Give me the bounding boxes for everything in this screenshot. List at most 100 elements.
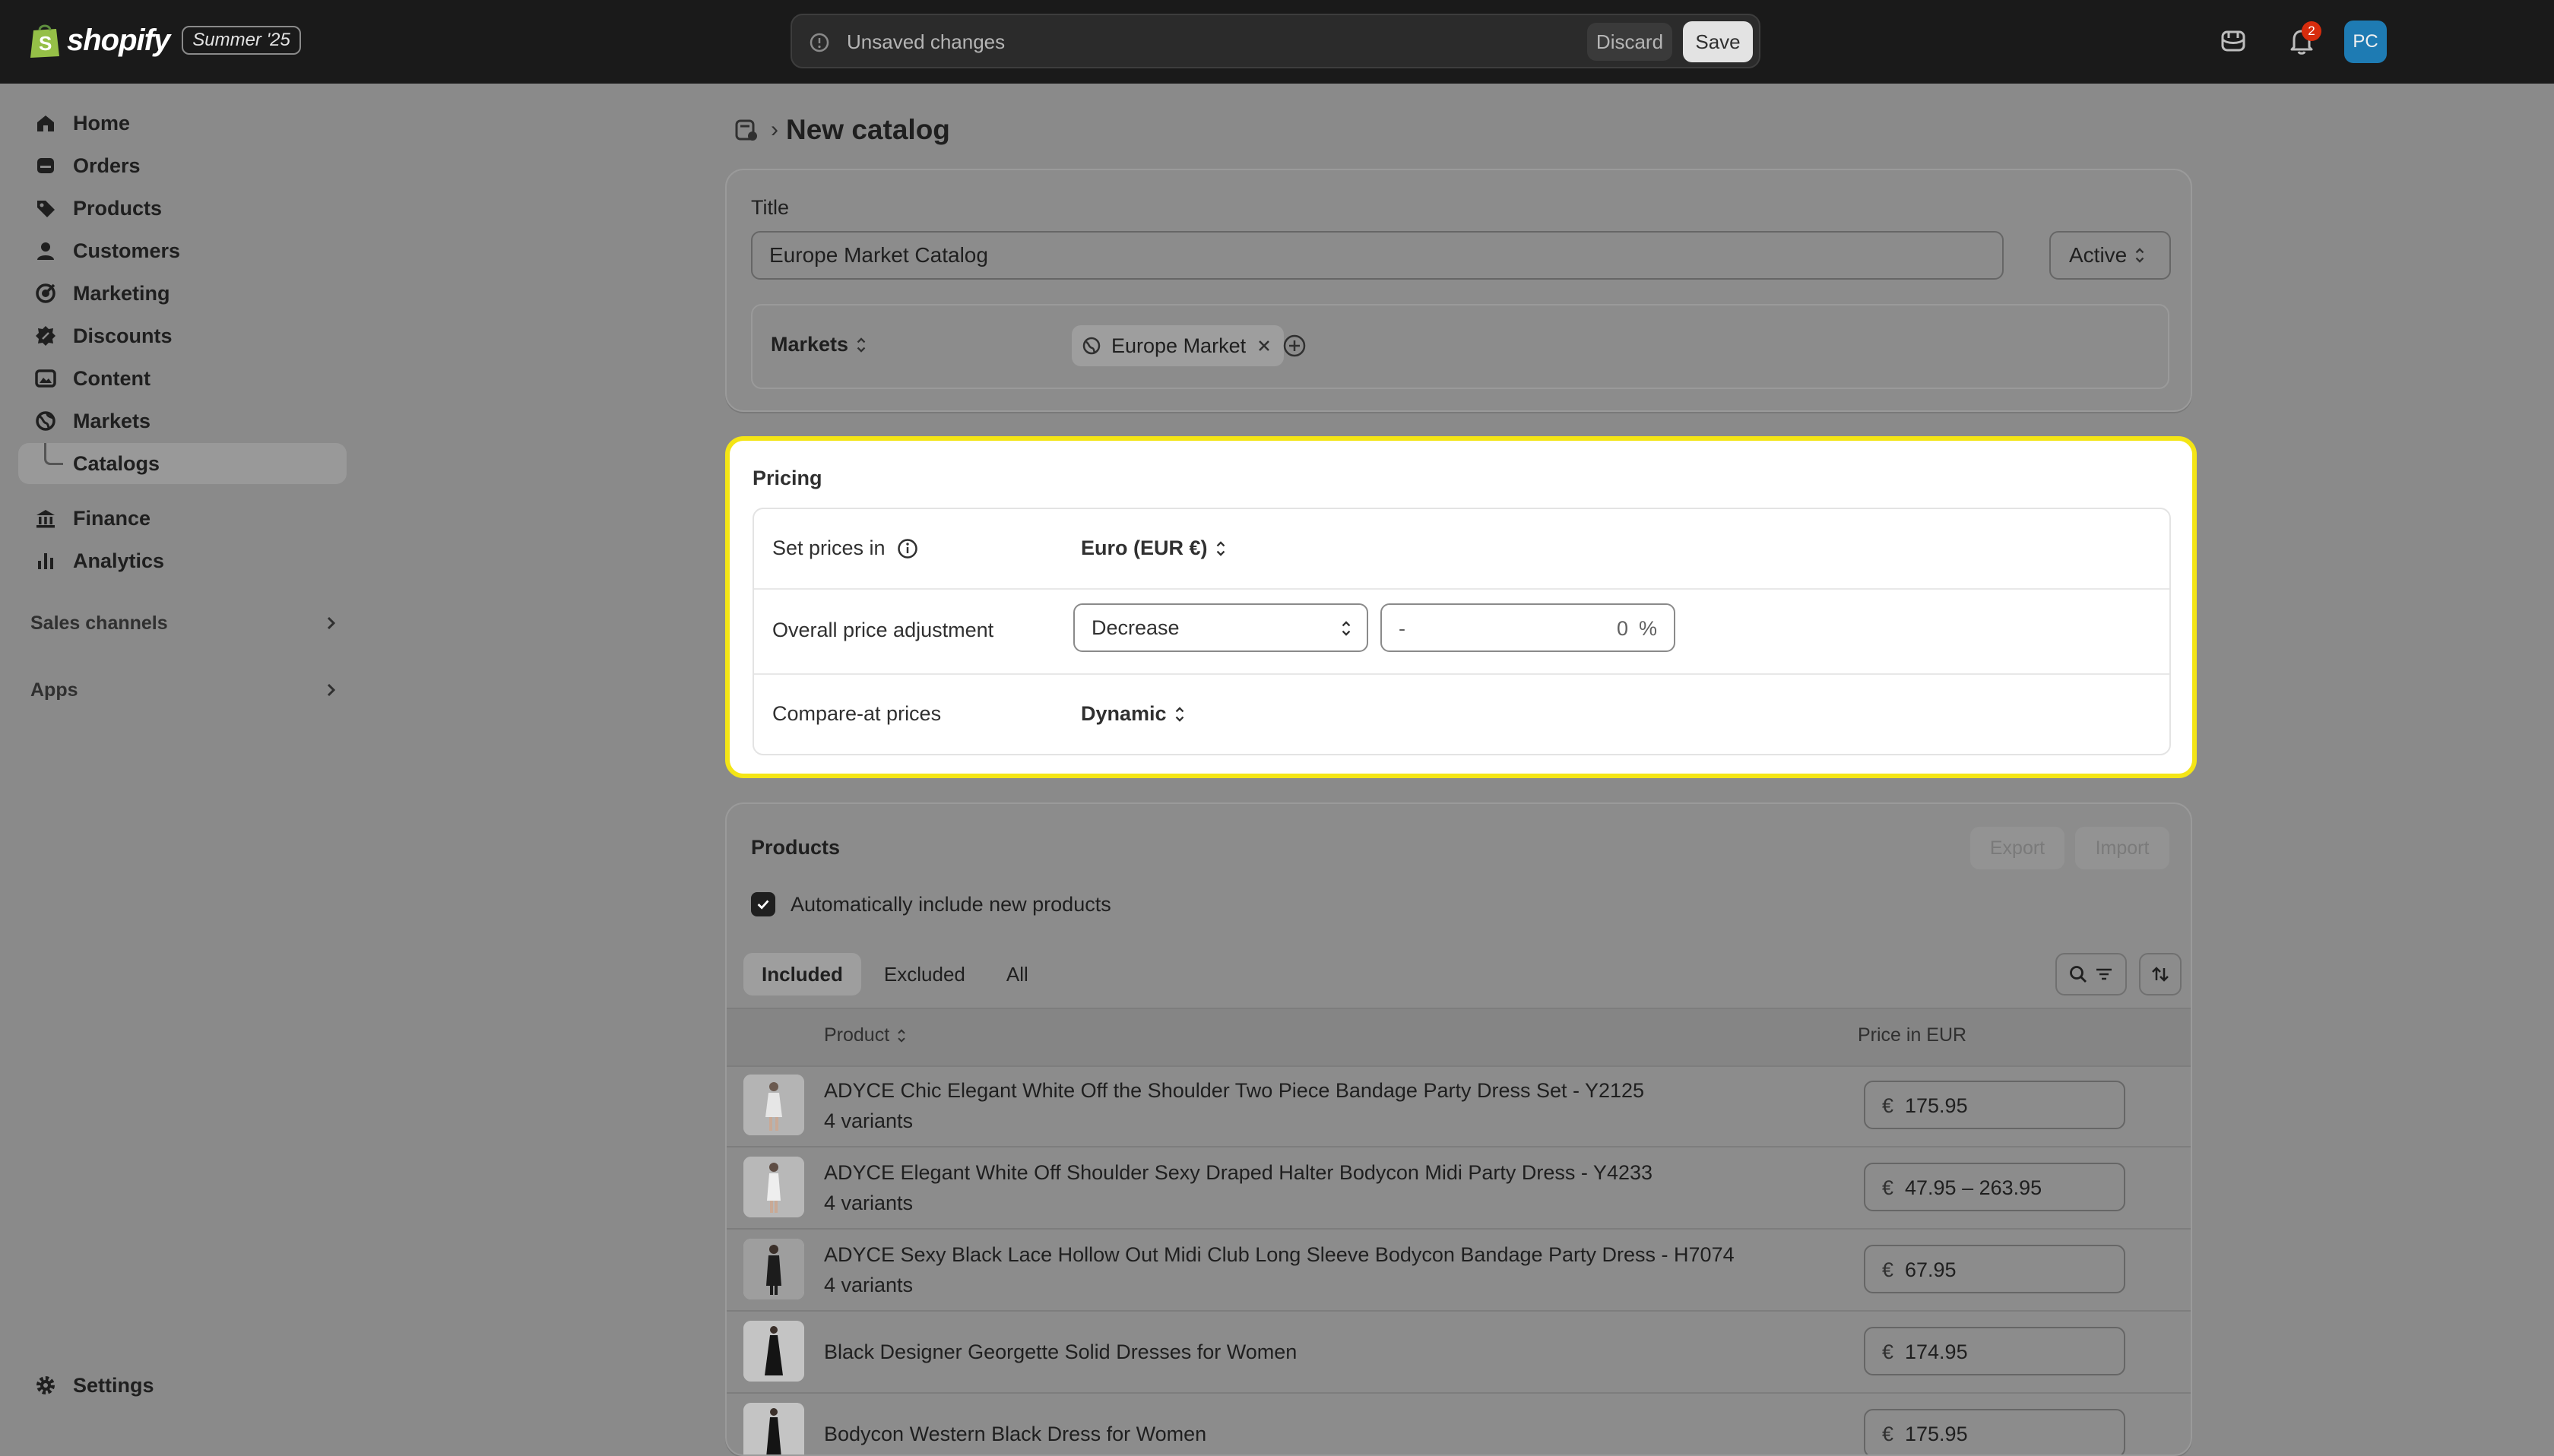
sort-button[interactable] (2139, 953, 2182, 995)
breadcrumb: › New catalog (733, 114, 950, 146)
column-header-product[interactable]: Product (824, 1024, 908, 1046)
auto-include-label: Automatically include new products (791, 892, 1111, 916)
person-icon (37, 242, 54, 260)
info-icon[interactable] (896, 537, 919, 560)
adjustment-prefix: - (1399, 617, 1405, 640)
sidebar-item-settings[interactable]: Settings (18, 1365, 347, 1406)
product-thumbnail (743, 1239, 804, 1299)
product-name[interactable]: Black Designer Georgette Solid Dresses f… (824, 1340, 1297, 1364)
price-input[interactable]: € 47.95 – 263.95 (1864, 1163, 2125, 1211)
title-input[interactable] (751, 231, 2004, 280)
auto-include-checkbox[interactable] (751, 892, 775, 916)
price-input[interactable]: € 174.95 (1864, 1327, 2125, 1375)
adjustment-direction-value: Decrease (1092, 616, 1180, 639)
column-header-product-label: Product (824, 1024, 890, 1046)
sidebar-item-label: Orders (73, 154, 141, 177)
price-value: 47.95 – 263.95 (1905, 1176, 2042, 1199)
sidebar-item-finance[interactable]: Finance (18, 498, 347, 539)
svg-text:S: S (39, 32, 52, 55)
product-name[interactable]: ADYCE Chic Elegant White Off the Shoulde… (824, 1079, 1644, 1103)
adjustment-label: Overall price adjustment (772, 619, 994, 641)
sidebar-item-analytics[interactable]: Analytics (18, 540, 347, 581)
sidebar-item-customers[interactable]: Customers (18, 230, 347, 271)
tab-included[interactable]: Included (743, 953, 861, 995)
currency-symbol: € (1882, 1258, 1894, 1281)
sidebar-item-content[interactable]: Content (18, 358, 347, 399)
price-adjustment-row: Overall price adjustment Decrease - 0 % (754, 590, 2169, 673)
tag-icon (37, 201, 55, 217)
chevron-right-icon (327, 683, 336, 697)
adjustment-value: 0 (1616, 617, 1628, 640)
market-chip-label: Europe Market (1111, 334, 1247, 357)
sidebar-item-label: Products (73, 196, 163, 220)
table-row[interactable]: ADYCE Sexy Black Lace Hollow Out Midi Cl… (727, 1230, 2191, 1312)
sidebar-item-home[interactable]: Home (18, 103, 347, 144)
tab-excluded[interactable]: Excluded (866, 953, 984, 995)
content-icon (35, 369, 56, 388)
save-button[interactable]: Save (1683, 21, 1753, 62)
sidebar-item-label: Analytics (73, 549, 165, 572)
status-select[interactable]: Active (2049, 231, 2171, 280)
unsaved-changes-text: Unsaved changes (847, 30, 1006, 53)
product-name[interactable]: ADYCE Sexy Black Lace Hollow Out Midi Cl… (824, 1243, 1735, 1267)
table-row[interactable]: ADYCE Elegant White Off Shoulder Sexy Dr… (727, 1147, 2191, 1230)
catalog-icon[interactable] (733, 116, 760, 144)
price-input[interactable]: € 67.95 (1864, 1245, 2125, 1293)
title-label: Title (751, 196, 790, 219)
sales-channels-section[interactable]: Sales channels (30, 606, 342, 640)
tab-all[interactable]: All (988, 953, 1047, 995)
adjustment-percent-input[interactable]: - 0 % (1380, 603, 1675, 652)
adjustment-direction-select[interactable]: Decrease (1073, 603, 1368, 652)
table-row[interactable]: Black Designer Georgette Solid Dresses f… (727, 1312, 2191, 1394)
sidebar-item-products[interactable]: Products (18, 188, 347, 229)
checkmark-icon (757, 900, 769, 910)
store-icon[interactable] (2218, 26, 2248, 56)
price-value: 175.95 (1905, 1423, 1968, 1445)
currency-select[interactable]: Euro (EUR €) (1081, 537, 1228, 560)
product-thumbnail (743, 1075, 804, 1135)
discard-button[interactable]: Discard (1587, 23, 1672, 61)
avatar[interactable]: PC (2344, 21, 2387, 63)
search-filter-button[interactable] (2055, 953, 2127, 995)
selector-icon (1342, 621, 1351, 636)
sidebar-item-marketing[interactable]: Marketing (18, 273, 347, 314)
page-title: New catalog (786, 114, 950, 145)
sidebar-item-label: Settings (73, 1373, 154, 1397)
dress-image-icon (743, 1157, 804, 1217)
price-input[interactable]: € 175.95 (1864, 1081, 2125, 1129)
selector-icon (2135, 248, 2144, 263)
selector-icon (1175, 706, 1184, 722)
notification-badge: 2 (2302, 21, 2321, 41)
table-header: Product Price in EUR (727, 1008, 2191, 1067)
breadcrumb-separator: › (771, 117, 778, 142)
product-name[interactable]: ADYCE Elegant White Off Shoulder Sexy Dr… (824, 1161, 1652, 1185)
sales-channels-label: Sales channels (30, 612, 168, 634)
sidebar-item-catalogs[interactable]: Catalogs (18, 443, 347, 484)
sort-caret-icon (898, 1028, 905, 1043)
price-input[interactable]: € 175.95 (1864, 1409, 2125, 1454)
selector-icon (857, 337, 866, 353)
product-thumbnail (743, 1403, 804, 1454)
sidebar-item-discounts[interactable]: Discounts (18, 315, 347, 356)
sidebar-item-label: Finance (73, 506, 151, 530)
sidebar-item-markets[interactable]: Markets (18, 400, 347, 442)
apps-section[interactable]: Apps (30, 673, 342, 707)
apps-label: Apps (30, 679, 78, 701)
product-name[interactable]: Bodycon Western Black Dress for Women (824, 1423, 1206, 1446)
markets-selector[interactable]: Markets (771, 333, 868, 356)
compare-at-select[interactable]: Dynamic (1081, 702, 1187, 726)
add-circle-icon[interactable] (1282, 333, 1307, 359)
filter-icon (2096, 968, 2112, 980)
close-icon[interactable] (1256, 338, 1272, 353)
sidebar-item-orders[interactable]: Orders (18, 145, 347, 186)
chart-icon (38, 553, 53, 569)
shopify-logo[interactable]: S shopify Summer '25 (29, 21, 301, 59)
brand-name: shopify (67, 23, 170, 57)
sidebar-item-label: Marketing (73, 281, 170, 305)
export-button[interactable]: Export (1970, 827, 2064, 869)
target-icon (36, 283, 55, 303)
table-row[interactable]: ADYCE Chic Elegant White Off the Shoulde… (727, 1065, 2191, 1147)
auto-include-checkbox-row[interactable]: Automatically include new products (751, 892, 1111, 916)
import-button[interactable]: Import (2075, 827, 2169, 869)
table-row[interactable]: Bodycon Western Black Dress for Women € … (727, 1394, 2191, 1454)
